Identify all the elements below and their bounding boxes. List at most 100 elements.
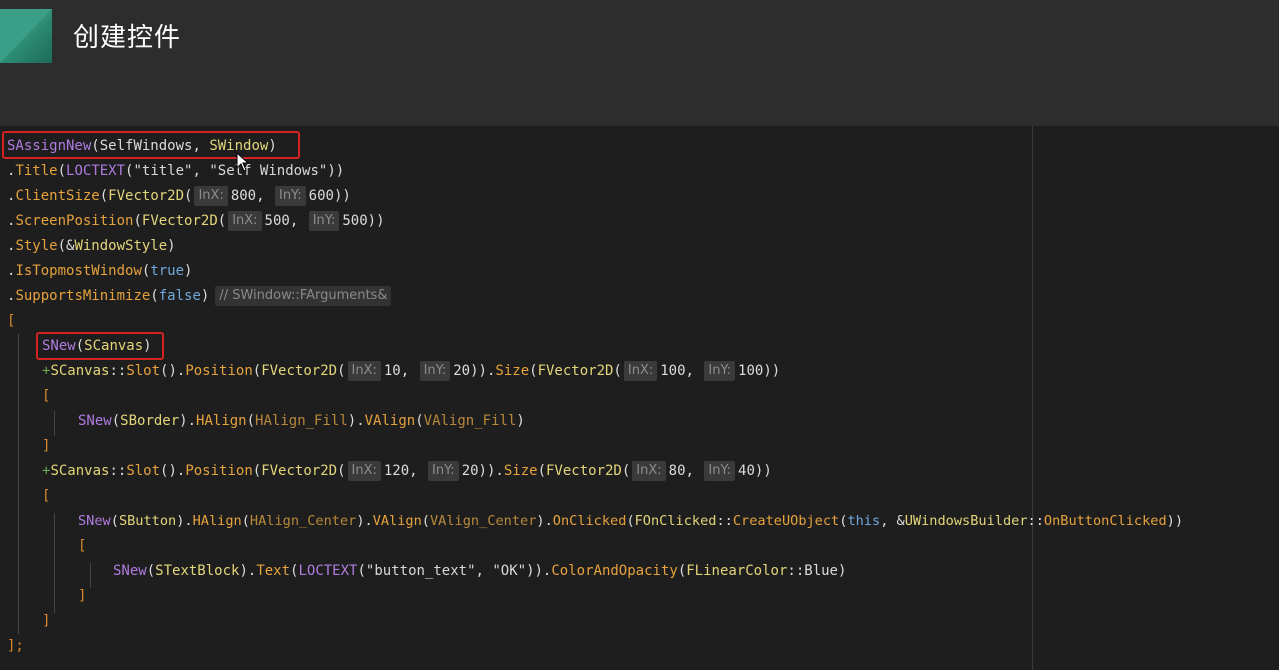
code-text: )) [1166,513,1184,529]
code-text: , [289,213,307,229]
number-token: 100 [738,363,764,379]
code-line-16: SNew(SButton).HAlign(HAlign_Center).VAli… [78,509,1183,534]
code-text: ). [536,513,553,529]
code-text: , [685,363,703,379]
code-text: ) [184,263,193,279]
code-line-14: +SCanvas::Slot().Position(FVector2D(InX:… [42,459,772,484]
code-line-4: .ScreenPosition(FVector2D(InX: 500, InY: 5… [7,209,385,234]
inlay-hint: InX: [632,461,666,481]
enum-token: VAlign_Fill [423,413,517,429]
inlay-hint: InX: [228,211,262,231]
number-token: 100 [660,363,686,379]
number-token: 40 [738,463,755,479]
code-text: ). [239,563,257,579]
code-text: :: [109,463,127,479]
type-token: FLinearColor [686,563,788,579]
code-text: )) [763,363,781,379]
type-token: FVector2D [537,363,614,379]
code-text: ( [529,363,538,379]
bracket-token: [ [42,488,51,504]
type-token: FOnClicked [634,513,717,529]
code-text: (). [160,463,186,479]
code-text: :: [787,563,805,579]
code-text: , & [880,513,905,529]
function-token: SupportsMinimize [15,288,151,304]
code-text: ) [200,288,210,304]
inlay-hint: InY: [419,361,451,381]
number-token: 80 [668,463,686,479]
slide-header: 创建控件 [0,0,1279,126]
code-text: (& [57,238,75,254]
function-token: Style [15,238,58,254]
code-text: ( [677,563,687,579]
type-token: FVector2D [546,463,622,479]
function-token: Slot [126,463,161,479]
function-token: Slot [126,363,161,379]
bracket-token: [ [42,388,51,404]
type-token: WindowStyle [74,238,168,254]
type-token: STextBlock [155,563,240,579]
code-text: ( [252,463,262,479]
code-text: )). [470,363,496,379]
function-token: HAlign [192,513,242,529]
macro-token: SNew [113,563,147,579]
code-text: , [256,188,273,204]
function-token: Size [503,463,538,479]
code-text: )). [526,563,552,579]
function-token: CreateUObject [732,513,840,529]
inlay-hint: InY: [274,186,306,206]
code-text: ( [146,563,156,579]
code-editor[interactable]: SAssignNew(SelfWindows, SWindow) .Title(… [0,126,1279,670]
indent-guide [54,513,55,613]
code-line-3: .ClientSize(FVector2D(InX: 800, InY: 600)) [7,184,351,209]
number-token: 20 [453,363,471,379]
number-token: 120 [383,463,410,479]
right-margin-guide [1032,126,1033,670]
code-text: )) [754,463,772,479]
code-text: (). [160,363,186,379]
type-token: UWindowsBuilder [904,513,1028,529]
code-text: ). [176,513,193,529]
keyword-token: false [158,288,201,304]
code-text: ). [347,413,365,429]
code-text: :: [109,363,127,379]
code-text: )) [367,213,385,229]
code-text: ( [626,513,635,529]
bracket-token: ] [42,438,51,454]
code-text: ( [217,213,227,229]
type-token: FVector2D [141,213,218,229]
function-token: Title [15,163,58,179]
code-text: ( [99,188,109,204]
string-token: "button_text", "OK" [365,563,527,579]
code-text: :: [716,513,733,529]
function-token: ColorAndOpacity [551,563,678,579]
code-text: , [400,363,418,379]
code-text: :: [1027,513,1044,529]
type-token: FVector2D [261,363,338,379]
code-text: ( [184,188,193,204]
function-token: VAlign [364,413,416,429]
function-token: Position [185,363,253,379]
code-text: ). [356,513,373,529]
slide-title: 创建控件 [73,23,182,53]
number-token: 600 [308,188,334,204]
inlay-hint: InY: [308,211,340,231]
type-token: SButton [118,513,177,529]
code-line-8: [ [7,309,15,334]
code-text: , [685,463,703,479]
code-text: ( [613,363,622,379]
code-text: ( [357,563,366,579]
return-type-hint: // SWindow::FArguments& [215,286,392,306]
type-token: FVector2D [108,188,185,204]
mouse-pointer-icon [236,152,250,172]
inlay-hint: InY: [428,461,459,481]
code-text: ( [621,463,631,479]
code-line-19: ] [78,584,86,609]
macro-token: LOCTEXT [298,563,358,579]
code-text: ( [150,288,159,304]
code-text: )). [478,463,504,479]
code-text: ) [167,238,176,254]
function-token: ScreenPosition [15,213,134,229]
bracket-token: ] [42,613,51,629]
inlay-hint: InY: [704,461,736,481]
